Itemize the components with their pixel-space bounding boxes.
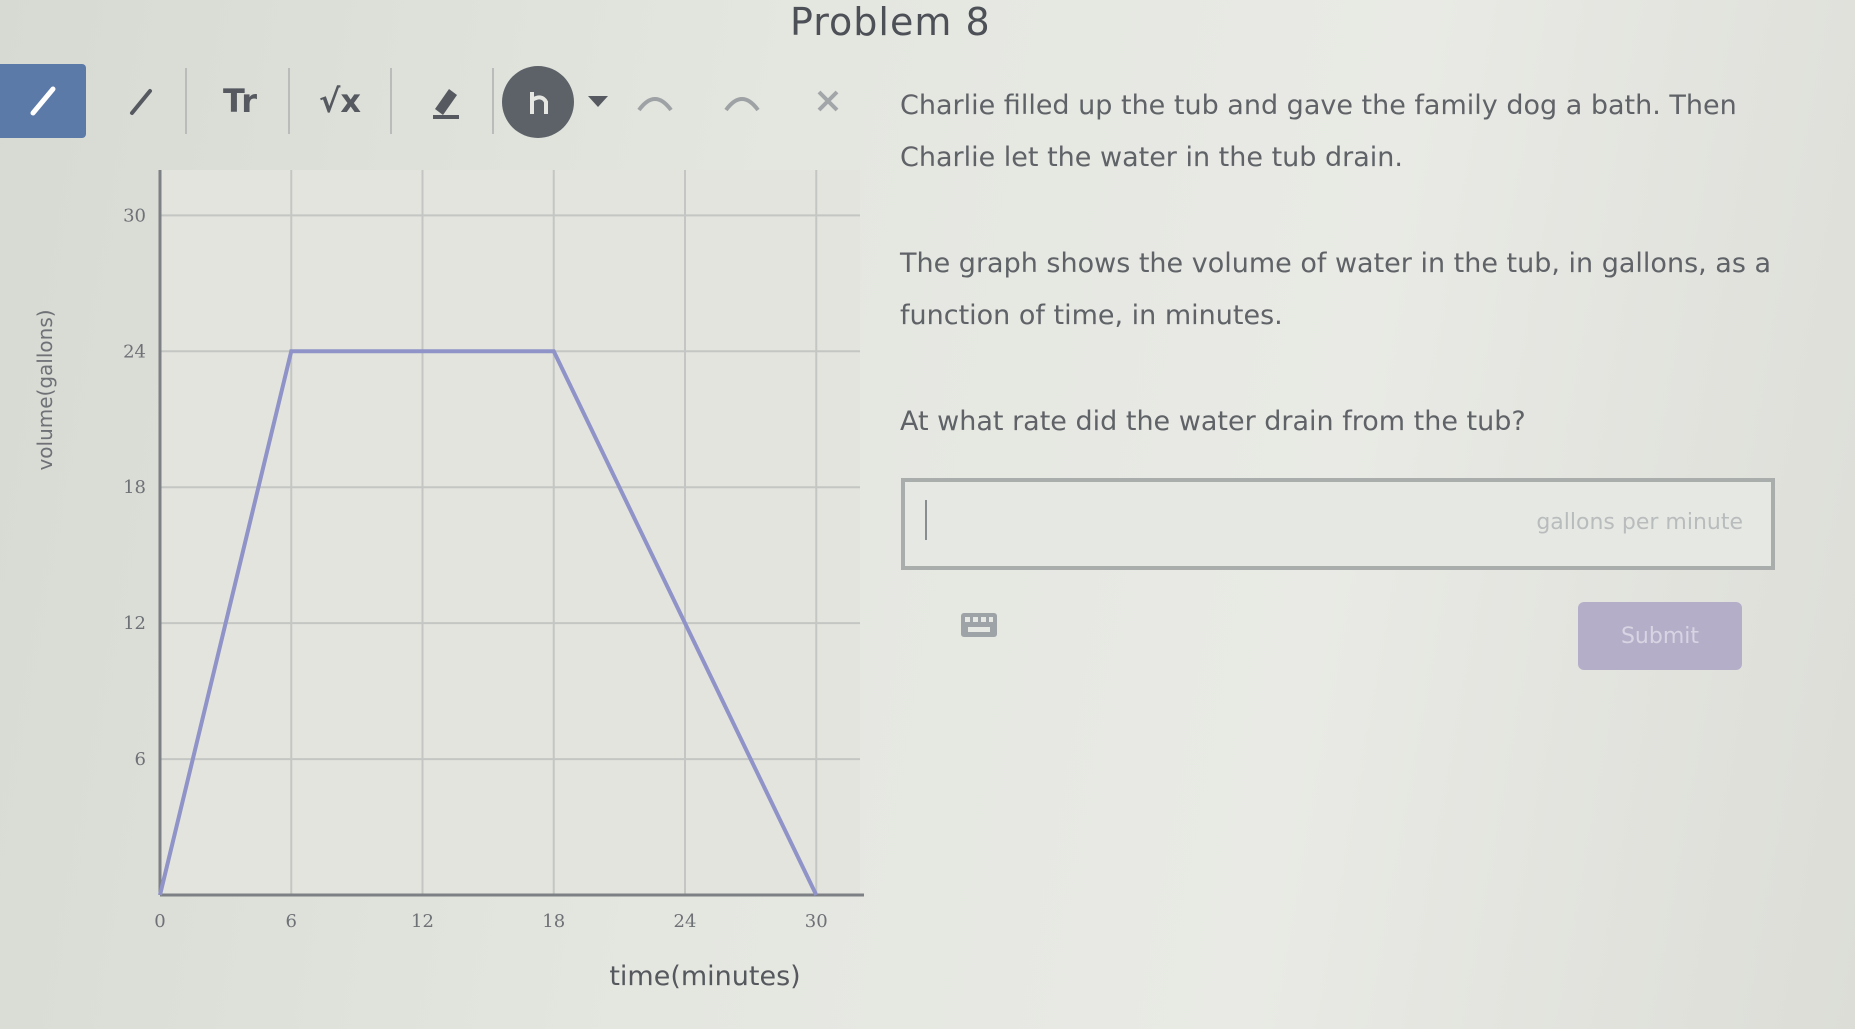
answer-unit: gallons per minute <box>1536 510 1743 535</box>
problem-text-line: Charlie let the water in the tub drain. <box>900 142 1403 173</box>
text-cursor <box>925 500 927 540</box>
y-axis-label: volume(gallons) <box>33 309 57 470</box>
shape-dropdown-button[interactable] <box>580 64 616 138</box>
y-tick-label: 30 <box>123 205 146 226</box>
clear-button[interactable] <box>800 64 856 138</box>
hand-icon <box>530 92 548 114</box>
answer-input[interactable]: gallons per minute <box>901 478 1775 570</box>
toolbar-divider <box>492 68 494 134</box>
x-tick-label: 0 <box>154 911 165 932</box>
submit-button[interactable]: Submit <box>1578 602 1742 670</box>
plot-area <box>160 170 860 895</box>
math-tool-button[interactable]: √x <box>300 64 380 138</box>
chevron-down-icon <box>588 96 608 107</box>
y-tick-label: 18 <box>123 477 146 498</box>
page-title: Problem 8 <box>790 0 991 44</box>
x-tick-label: 12 <box>411 911 434 932</box>
y-tick-label: 24 <box>123 341 146 362</box>
undo-button[interactable] <box>625 64 685 138</box>
toolbar-divider <box>288 68 290 134</box>
x-tick-label: 30 <box>805 911 828 932</box>
eraser-icon <box>433 89 459 119</box>
pen-tool-button[interactable] <box>100 64 180 138</box>
eraser-tool-button[interactable] <box>405 64 485 138</box>
close-icon <box>817 90 839 112</box>
y-tick-label: 6 <box>135 749 146 770</box>
toolbar-divider <box>185 68 187 134</box>
undo-icon <box>637 97 673 112</box>
redo-icon <box>724 97 760 112</box>
pencil-tool-button[interactable] <box>0 64 86 138</box>
volume-time-chart: 0 6 12 18 24 30 6 12 18 24 30 volume(gallons) time… <box>33 170 864 992</box>
text-tool-button[interactable]: Tr <box>200 64 280 138</box>
pencil-icon <box>30 86 56 116</box>
drawing-toolbar: Tr √x <box>0 64 860 144</box>
x-tick-label: 24 <box>674 911 697 932</box>
problem-text-line: The graph shows the volume of water in t… <box>900 248 1772 279</box>
y-tick-label: 12 <box>123 613 146 634</box>
x-axis-label: time(minutes) <box>609 961 800 992</box>
problem-text-line: Charlie filled up the tub and gave the f… <box>900 90 1737 121</box>
problem-text-line: function of time, in minutes. <box>900 300 1283 331</box>
shape-tool-button[interactable] <box>502 66 574 138</box>
pen-icon <box>130 89 152 115</box>
redo-button[interactable] <box>712 64 772 138</box>
toolbar-divider <box>390 68 392 134</box>
x-tick-label: 18 <box>542 911 565 932</box>
x-tick-label: 6 <box>286 911 297 932</box>
question-text: At what rate did the water drain from th… <box>900 406 1526 437</box>
keyboard-icon[interactable] <box>960 612 998 638</box>
